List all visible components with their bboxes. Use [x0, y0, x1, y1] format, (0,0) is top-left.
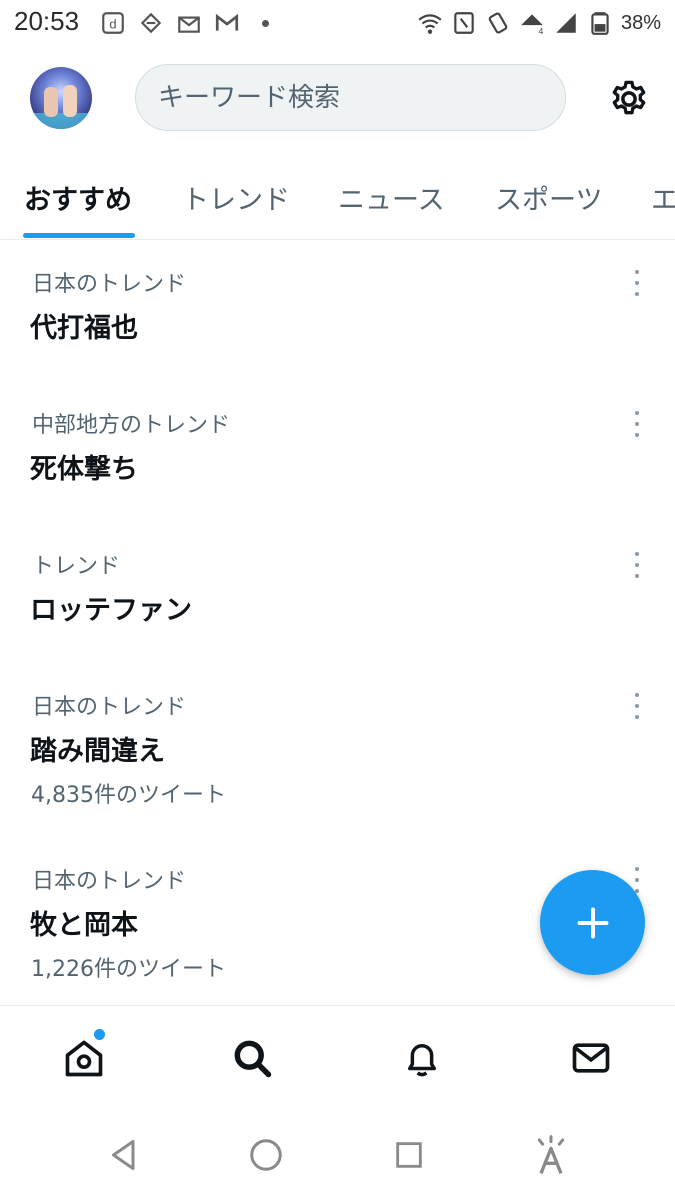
bottom-nav — [0, 1005, 675, 1107]
svg-text:4: 4 — [538, 26, 543, 36]
nav-home[interactable] — [60, 1034, 108, 1082]
plus-icon — [577, 907, 608, 938]
cell-signal-icon — [556, 13, 576, 33]
search-icon — [234, 1040, 272, 1078]
wifi-icon — [418, 14, 442, 34]
home-icon — [65, 1040, 103, 1077]
battery-icon — [591, 12, 609, 35]
more-options-icon[interactable] — [626, 409, 648, 439]
back-icon — [112, 1140, 135, 1170]
compose-button[interactable] — [540, 870, 645, 975]
trend-context: 日本のトレンド — [32, 272, 187, 297]
notification-dot — [262, 19, 269, 27]
trend-item[interactable]: 中部地方のトレンド 死体撃ち — [0, 403, 675, 523]
trend-context: 中部地方のトレンド — [32, 413, 231, 438]
nav-messages[interactable] — [567, 1034, 615, 1082]
trend-item[interactable]: 日本のトレンド 踏み間違え 4,835件のツイート — [0, 685, 675, 825]
lte-signal-icon: 4 — [521, 14, 543, 36]
system-recents-button[interactable] — [389, 1135, 429, 1175]
tab-trending[interactable]: トレンド — [182, 178, 290, 217]
accessibility-icon — [537, 1135, 565, 1174]
trend-tweet-count: 1,226件のツイート — [31, 957, 226, 982]
search-bar[interactable] — [135, 64, 566, 131]
recents-icon — [396, 1142, 422, 1168]
tab-news[interactable]: ニュース — [338, 178, 445, 217]
trend-name: 死体撃ち — [30, 454, 138, 485]
mail-icon — [572, 1043, 610, 1073]
nfc-icon — [454, 12, 474, 34]
system-home-button[interactable] — [246, 1135, 286, 1175]
avatar[interactable] — [30, 67, 92, 129]
gmail-icon — [215, 13, 239, 31]
trend-item[interactable]: 日本のトレンド 代打福也 — [0, 262, 675, 382]
explore-tabs: おすすめ トレンド ニュース スポーツ エ — [0, 160, 675, 240]
nav-search[interactable] — [228, 1034, 276, 1082]
trend-context: 日本のトレンド — [32, 695, 187, 720]
status-time: 20:53 — [14, 6, 80, 36]
status-icons-left: d — [100, 8, 269, 38]
nav-notifications[interactable] — [398, 1034, 446, 1082]
vibrate-icon — [488, 12, 508, 34]
more-options-icon[interactable] — [626, 691, 648, 721]
trend-tweet-count: 4,835件のツイート — [31, 783, 226, 808]
tab-recommended[interactable]: おすすめ — [24, 178, 132, 217]
settings-button[interactable] — [606, 76, 652, 122]
trend-name: 牧と岡本 — [30, 910, 138, 941]
more-options-icon[interactable] — [626, 268, 648, 298]
trend-name: ロッテファン — [30, 595, 192, 626]
status-bar: 20:53 d 4 38% — [0, 0, 675, 48]
gear-icon — [612, 80, 646, 115]
system-accessibility-button[interactable] — [531, 1135, 571, 1175]
trend-name: 代打福也 — [30, 313, 138, 344]
home-notification-dot — [94, 1029, 105, 1040]
more-options-icon[interactable] — [626, 550, 648, 580]
trend-name: 踏み間違え — [30, 736, 165, 767]
status-icons-right: 4 38% — [417, 8, 661, 38]
active-tab-indicator — [23, 233, 135, 238]
bell-icon — [408, 1044, 436, 1077]
docomo-d-icon: d — [102, 12, 124, 34]
system-back-button[interactable] — [104, 1135, 144, 1175]
mail-icon — [178, 16, 200, 33]
svg-text:d: d — [109, 16, 116, 31]
tab-sports[interactable]: スポーツ — [495, 178, 602, 217]
search-input[interactable] — [158, 65, 565, 130]
trend-context: 日本のトレンド — [32, 869, 187, 894]
trend-context: トレンド — [32, 554, 121, 579]
tab-entertainment[interactable]: エ — [651, 178, 675, 217]
battery-percent: 38% — [620, 11, 661, 34]
system-nav-bar — [0, 1107, 675, 1200]
trend-item[interactable]: トレンド ロッテファン — [0, 544, 675, 664]
app-icon — [140, 12, 162, 34]
home-circle-icon — [250, 1139, 282, 1171]
